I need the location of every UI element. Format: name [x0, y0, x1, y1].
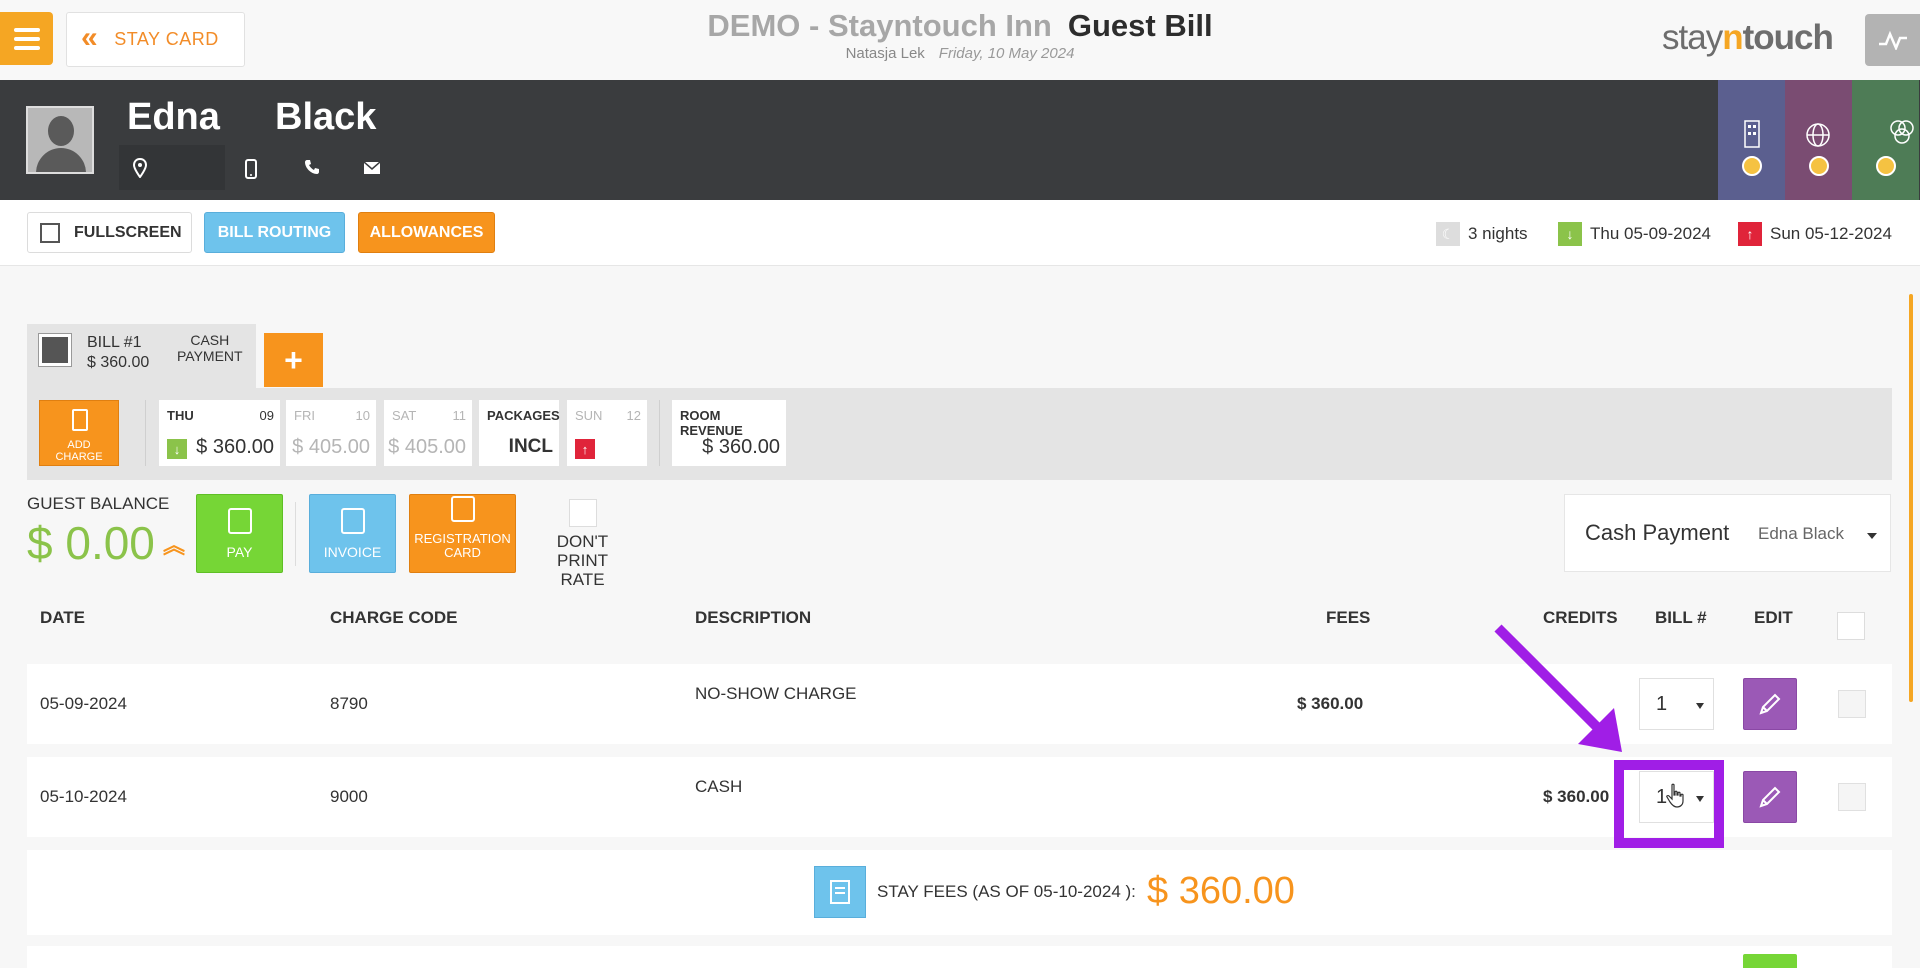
arrow-down-icon: ↓: [1558, 222, 1582, 246]
avatar[interactable]: [26, 106, 94, 174]
user-name: Natasja Lek: [845, 45, 925, 62]
pay-button[interactable]: PAY: [196, 494, 283, 573]
packages-card[interactable]: PACKAGES INCL: [479, 400, 560, 466]
hotel-name: DEMO - Stayntouch Inn: [707, 8, 1052, 43]
green-action-button[interactable]: [1743, 954, 1797, 968]
day-card-sun[interactable]: SUN 12 ↑: [567, 400, 647, 466]
search-icon: [1742, 156, 1762, 176]
company-card-tab[interactable]: [1718, 80, 1785, 200]
top-bar: « STAY CARD DEMO - Stayntouch Inn Guest B…: [0, 0, 1920, 80]
stay-fees-label: STAY FEES (AS OF 05-10-2024 ):: [877, 882, 1136, 901]
day-card-fri[interactable]: FRI 10 $ 405.00: [286, 400, 376, 466]
side-tabs: [1718, 80, 1919, 200]
page-title-area: DEMO - Stayntouch Inn Guest Bill Natasja …: [0, 8, 1920, 62]
dont-print-rate-checkbox[interactable]: [569, 499, 597, 527]
invoice-icon: [340, 508, 365, 534]
arrow-up-icon: ↑: [1738, 222, 1762, 246]
add-bill-button[interactable]: +: [264, 333, 323, 387]
activity-icon: [1878, 30, 1907, 50]
caret-down-icon: [1867, 533, 1877, 539]
group-tab[interactable]: [1852, 80, 1919, 200]
payment-method: Cash Payment: [1585, 520, 1730, 545]
arrival-info: ↓ Thu 05-09-2024: [1558, 222, 1711, 246]
bill-routing-button[interactable]: BILL ROUTING: [204, 212, 345, 253]
guest-balance-value: $ 0.00: [27, 517, 155, 569]
bill-amount: $ 360.00: [87, 354, 150, 371]
stay-fees-summary: STAY FEES (AS OF 05-10-2024 ): $ 360.00: [27, 850, 1892, 935]
page-title: Guest Bill: [1067, 8, 1213, 43]
email-icon[interactable]: [363, 159, 381, 179]
bill-tab-1[interactable]: BILL #1 $ 360.00 CASH PAYMENT: [27, 324, 256, 388]
search-icon: [1876, 156, 1896, 176]
fullscreen-button[interactable]: FULLSCREEN: [27, 212, 192, 253]
bill-toolbar: FULLSCREEN BILL ROUTING ALLOWANCES ☾ 3 n…: [0, 200, 1920, 266]
mobile-phone-icon[interactable]: [245, 159, 257, 184]
nights-info: ☾ 3 nights: [1436, 222, 1528, 246]
annotation-arrow-icon: [1494, 624, 1622, 752]
pencil-icon: [1759, 693, 1781, 715]
edit-button[interactable]: [1743, 771, 1797, 823]
receipt-icon[interactable]: [814, 866, 866, 918]
bill-number: BILL #1: [87, 334, 142, 351]
guest-first-name: Edna: [127, 96, 220, 138]
business-date: Friday, 10 May 2024: [938, 45, 1075, 62]
printer-icon: [450, 496, 475, 522]
location-pin-icon: [133, 157, 147, 178]
row-checkbox[interactable]: [1838, 690, 1866, 718]
group-icon: [1890, 120, 1914, 144]
row-checkbox[interactable]: [1838, 783, 1866, 811]
caret-down-icon: [1696, 703, 1704, 709]
departure-arrow-icon: ↑: [575, 439, 595, 459]
select-all-checkbox[interactable]: [1837, 612, 1865, 640]
chevron-up-icon[interactable]: ︽: [163, 528, 185, 560]
phone-icon[interactable]: [304, 159, 320, 180]
bill-payment-type: CASH PAYMENT: [177, 332, 243, 364]
building-icon: [1744, 120, 1760, 148]
activity-log-button[interactable]: [1865, 14, 1920, 66]
calculator-icon: [72, 409, 88, 431]
guest-balance-label: GUEST BALANCE: [27, 494, 170, 513]
add-charge-button[interactable]: ADD CHARGE: [39, 400, 119, 466]
allowances-button[interactable]: ALLOWANCES: [358, 212, 495, 253]
guest-last-name: Black: [275, 96, 377, 138]
daily-charges-bar: ADD CHARGE THU 09 ↓ $ 360.00 FRI 10 $ 405…: [27, 388, 1892, 480]
moon-icon: ☾: [1436, 222, 1460, 246]
brand-logo: stayntouch: [1662, 18, 1834, 57]
scrollbar[interactable]: [1909, 294, 1913, 702]
expand-icon: [40, 222, 60, 243]
guest-icon: [38, 333, 72, 367]
globe-icon: [1806, 123, 1830, 147]
pencil-icon: [1759, 786, 1781, 808]
search-icon: [1809, 156, 1829, 176]
stay-fees-amount: $ 360.00: [1147, 870, 1295, 912]
arrival-arrow-icon: ↓: [167, 439, 187, 459]
invoice-button[interactable]: INVOICE: [309, 494, 396, 573]
day-card-thu[interactable]: THU 09 ↓ $ 360.00: [159, 400, 280, 466]
hand-cursor-icon: [1666, 783, 1684, 808]
guest-location[interactable]: [119, 145, 225, 190]
registration-card-button[interactable]: REGISTRATION CARD: [409, 494, 516, 573]
room-revenue-card: ROOM REVENUE $ 360.00: [672, 400, 786, 466]
guest-header: Edna Black: [0, 80, 1920, 200]
edit-button[interactable]: [1743, 678, 1797, 730]
dont-print-rate-label: DON'T PRINT RATE: [556, 532, 609, 589]
wallet-icon: [227, 508, 252, 534]
day-card-sat[interactable]: SAT 11 $ 405.00: [384, 400, 472, 466]
next-section: [27, 946, 1892, 968]
travel-agent-tab[interactable]: [1785, 80, 1852, 200]
bill-number-select[interactable]: 1: [1639, 678, 1714, 730]
payer-name: Edna Black: [1758, 524, 1844, 543]
departure-info: ↑ Sun 05-12-2024: [1738, 222, 1892, 246]
bill-content: BILL #1 $ 360.00 CASH PAYMENT + ADD CHARGE…: [0, 266, 1920, 968]
payment-method-select[interactable]: Cash Payment Edna Black: [1564, 494, 1891, 572]
